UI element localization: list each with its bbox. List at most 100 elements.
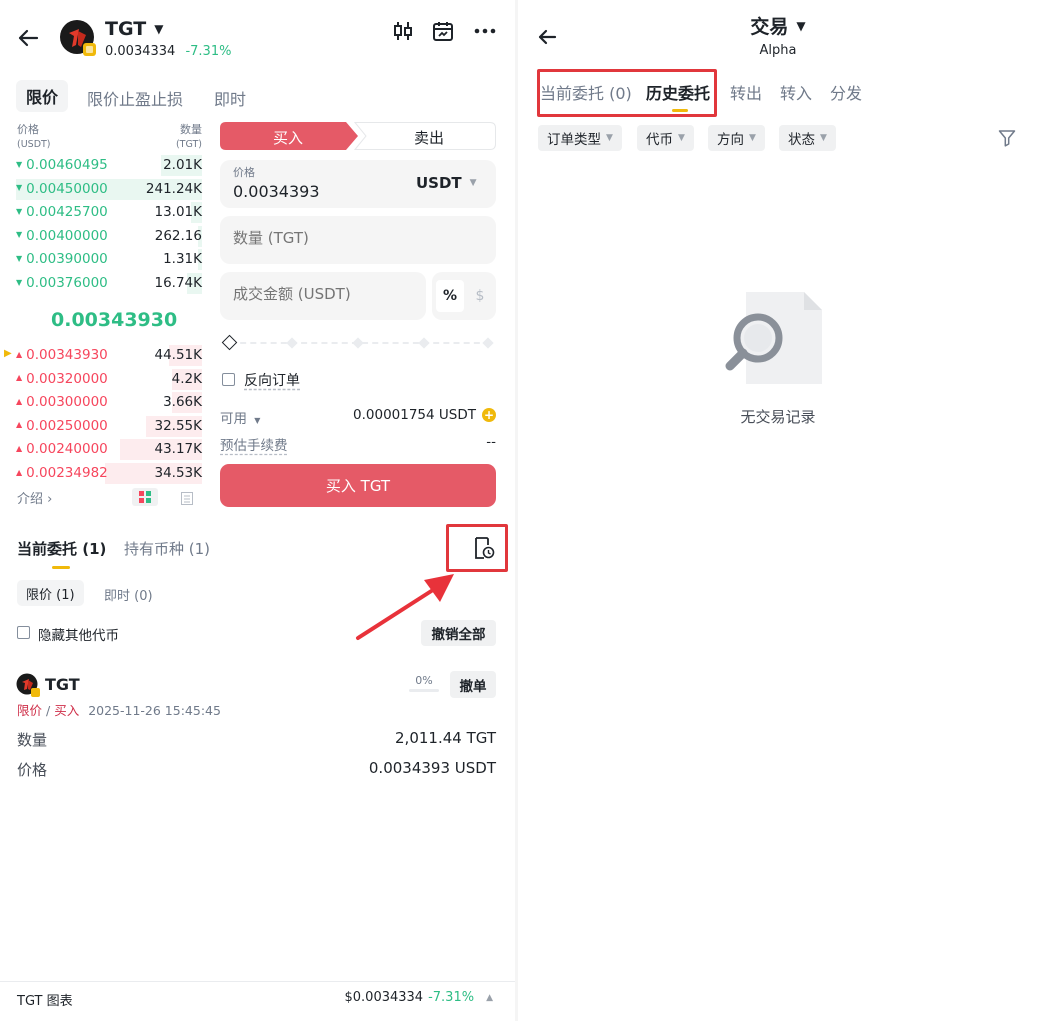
order-symbol: TGT	[45, 675, 80, 694]
bid-marker-icon: ▲	[16, 396, 23, 406]
ob-price-unit: (USDT)	[17, 139, 51, 150]
footer-label: TGT 图表	[17, 994, 73, 1009]
hide-other-checkbox[interactable]	[17, 626, 30, 639]
amount-mode-toggle: % $	[432, 272, 496, 320]
ask-qty: 262.16	[154, 227, 202, 244]
fee-value: --	[486, 434, 496, 450]
submit-buy-button[interactable]: 买入 TGT	[220, 464, 496, 507]
price-unit-select[interactable]: USDT ▼	[416, 174, 477, 192]
ask-row[interactable]: ▼ 0.00425700 13.01K	[16, 201, 202, 224]
cancel-all-button[interactable]: 撤销全部	[421, 620, 496, 646]
funnel-filter-icon[interactable]	[998, 129, 1018, 149]
reverse-order-checkbox[interactable]	[222, 373, 235, 386]
filter-token-label: 代币	[646, 132, 673, 148]
buy-tab[interactable]: 买入	[220, 122, 360, 150]
ob-mid-price[interactable]: 0.00343930	[51, 309, 177, 331]
tab-distribution[interactable]: 分发	[830, 80, 862, 104]
filter-order-type[interactable]: 订单类型 ▼	[538, 125, 622, 151]
caret-down-icon: ▼	[606, 133, 613, 143]
tab-indicator	[52, 566, 70, 569]
amount-slider[interactable]	[221, 334, 494, 352]
slider-handle[interactable]	[221, 334, 238, 351]
ask-row[interactable]: ▼ 0.00390000 1.31K	[16, 248, 202, 271]
filter-status[interactable]: 状态 ▼	[779, 125, 836, 151]
add-funds-icon[interactable]: +	[482, 408, 496, 422]
caret-down-icon: ▼	[678, 133, 685, 143]
tab-deposit[interactable]: 转入	[780, 80, 812, 104]
bid-row[interactable]: ▲ 0.00250000 32.55K	[16, 415, 202, 437]
bid-price: 0.00300000	[26, 394, 108, 411]
buy-tab-label: 买入	[272, 129, 303, 147]
bid-qty: 32.55K	[154, 417, 202, 434]
empty-state-text: 无交易记录	[740, 408, 816, 426]
bid-row[interactable]: ▲ 0.00343930 44.51K ▶	[4, 344, 202, 366]
tab-instant[interactable]: 即时	[214, 86, 246, 110]
right-title: 交易	[750, 16, 789, 38]
reverse-order-label: 反向订单	[244, 373, 300, 389]
available-label-text: 可用	[220, 411, 247, 427]
ask-row[interactable]: ▼ 0.00460495 2.01K	[16, 154, 202, 176]
current-price-indicator-icon: ▶	[4, 348, 12, 359]
available-label[interactable]: 可用 ▼	[220, 407, 260, 427]
qty-input[interactable]	[233, 229, 483, 247]
order-cancel-button[interactable]: 撤单	[450, 671, 496, 698]
order-price-value: 0.0034393 USDT	[368, 759, 496, 777]
intro-link[interactable]: 介绍 ›	[17, 488, 52, 507]
filter-status-label: 状态	[788, 132, 815, 148]
calendar-chart-icon[interactable]	[430, 18, 456, 44]
amount-input[interactable]	[233, 285, 418, 303]
percent-toggle[interactable]: %	[436, 280, 464, 312]
candlestick-icon[interactable]	[390, 18, 416, 44]
empty-search-icon	[724, 288, 824, 386]
qty-field[interactable]	[220, 216, 496, 264]
bid-marker-icon: ▲	[16, 420, 23, 430]
bid-price: 0.00240000	[26, 441, 108, 458]
ask-row[interactable]: ▼ 0.00450000 241.24K	[16, 178, 202, 200]
order-price-label: 价格	[17, 761, 48, 779]
order-qty-label: 数量	[17, 731, 48, 749]
amount-field[interactable]	[220, 272, 426, 320]
filter-token[interactable]: 代币 ▼	[637, 125, 694, 151]
tab-limit-tpsl[interactable]: 限价止盈止损	[87, 86, 183, 110]
bid-price: 0.00234982	[26, 465, 108, 481]
title-selector[interactable]: 交易 ▼	[518, 12, 1038, 39]
dollar-toggle[interactable]: $	[468, 280, 492, 312]
fee-label: 预估手续费	[220, 438, 288, 454]
ask-marker-icon: ▼	[16, 183, 23, 193]
ask-marker-icon: ▼	[16, 277, 23, 287]
bid-row[interactable]: ▲ 0.00240000 43.17K	[16, 438, 202, 461]
ob-layout-icon[interactable]	[132, 488, 158, 506]
tab-withdraw[interactable]: 转出	[730, 80, 762, 104]
ask-price: 0.00425700	[26, 204, 108, 221]
ask-row[interactable]: ▼ 0.00376000 16.74K	[16, 272, 202, 294]
order-type-limit: 限价	[17, 703, 43, 718]
highlight-history-button	[446, 524, 508, 572]
tab-limit[interactable]: 限价	[16, 80, 69, 112]
footer-chart-bar[interactable]: TGT 图表 $0.0034334 -7.31% ▲	[0, 982, 515, 1021]
sell-tab[interactable]: 卖出	[354, 122, 496, 150]
filter-instant[interactable]: 即时 (0)	[104, 585, 153, 604]
bid-row[interactable]: ▲ 0.00300000 3.66K	[16, 391, 202, 414]
bid-qty: 43.17K	[154, 441, 202, 458]
bid-row[interactable]: ▲ 0.00320000 4.2K	[16, 368, 202, 390]
ask-marker-icon: ▼	[16, 159, 23, 169]
dollar-symbol: $	[475, 288, 485, 304]
bid-row[interactable]: ▲ 0.00234982 34.53K	[16, 462, 202, 484]
footer-change: -7.31%	[428, 990, 475, 1005]
hide-other-label: 隐藏其他代币	[38, 628, 119, 644]
filter-limit[interactable]: 限价 (1)	[17, 580, 84, 606]
ask-row[interactable]: ▼ 0.00400000 262.16	[16, 225, 202, 247]
back-arrow-icon[interactable]	[14, 24, 42, 52]
tab-holdings[interactable]: 持有币种 (1)	[124, 538, 210, 559]
tab-current-orders[interactable]: 当前委托 (1)	[17, 538, 106, 559]
ask-marker-icon: ▼	[16, 253, 23, 263]
header-price: 0.0034334	[105, 44, 176, 59]
ask-qty: 2.01K	[163, 157, 202, 173]
price-field[interactable]: 价格 0.0034393 USDT ▼	[220, 160, 496, 208]
filter-side[interactable]: 方向 ▼	[708, 125, 765, 151]
ob-list-icon[interactable]	[181, 490, 195, 505]
order-type-separator: /	[42, 703, 55, 718]
more-icon[interactable]	[472, 18, 498, 44]
symbol-selector[interactable]: TGT ▼	[105, 18, 163, 40]
tab-limit-tpsl-label: 限价止盈止损	[87, 90, 184, 109]
